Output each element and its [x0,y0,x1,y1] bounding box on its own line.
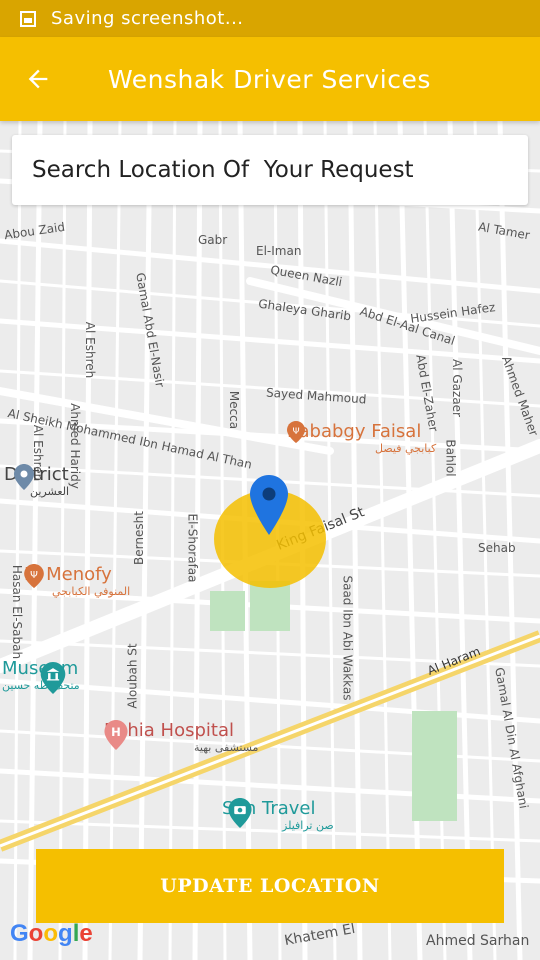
street-label: Sehab [478,541,516,555]
poi-subtitle: العشرين [30,485,70,498]
museum-icon [40,662,66,694]
poi-name: Kababgy Faisal [287,421,422,442]
page-title: Wenshak Driver Services [108,64,431,94]
street-label: Aloubah St [125,643,140,709]
poi-bahia-hospital[interactable]: H Bahia Hospital مستشفى بهية [104,720,258,754]
update-location-button[interactable]: UPDATE LOCATION [36,849,504,923]
street-label: Ahmed Haridy [67,403,82,489]
poi-kababgy-faisal[interactable]: Kababgy Faisal Ψ كبابجي فيصل [287,421,436,455]
svg-text:Ψ: Ψ [30,570,38,581]
restaurant-icon: Ψ [287,421,305,443]
map-pin-icon[interactable] [250,475,288,535]
poi-museum[interactable]: Museum متحف طه حسين [2,658,80,694]
camera-icon [228,798,252,828]
poi-sun-travel[interactable]: Sun Travel صن ترافيلز [222,798,334,832]
street-label: Bernesht [131,511,146,565]
poi-subtitle: صن ترافيلز [282,819,334,832]
back-arrow-icon [28,69,48,89]
poi-subtitle: كبابجي فيصل [375,442,437,455]
status-bar: Saving screenshot... [0,0,540,37]
hospital-icon: H [104,720,128,750]
street-label: Saad Ibn Abi Wakkas [340,575,355,701]
poi-el-menofy[interactable]: El Menofy Ψ المنوفي الكبابجي [24,564,130,598]
svg-text:Ψ: Ψ [292,427,299,437]
street-label: Hasan El-Sabah [10,564,25,660]
back-button[interactable] [8,49,68,109]
restaurant-icon: Ψ [24,564,44,588]
screenshot-icon [20,10,36,27]
street-label: Ahmed Sarhan [426,933,530,949]
google-logo: Google [10,920,93,947]
search-box[interactable] [12,135,528,205]
poi-subtitle: المنوفي الكبابجي [52,585,131,598]
street-label: El-Iman [256,244,302,258]
search-input[interactable] [30,156,514,184]
street-label: El-Shorafaa [185,513,200,583]
poi-district[interactable]: District العشرين [4,464,69,498]
street-label: Bahlol [443,439,458,477]
app-bar: Wenshak Driver Services [0,37,540,121]
street-label: Al Gazaer [449,359,464,417]
street-label: Gabr [198,233,228,247]
poi-subtitle: مستشفى بهية [194,741,259,754]
street-label: Al Eshreh [83,321,98,379]
status-text: Saving screenshot... [51,8,244,29]
svg-text:H: H [111,725,121,739]
location-icon [14,464,34,490]
street-label: Mecca [227,390,242,430]
